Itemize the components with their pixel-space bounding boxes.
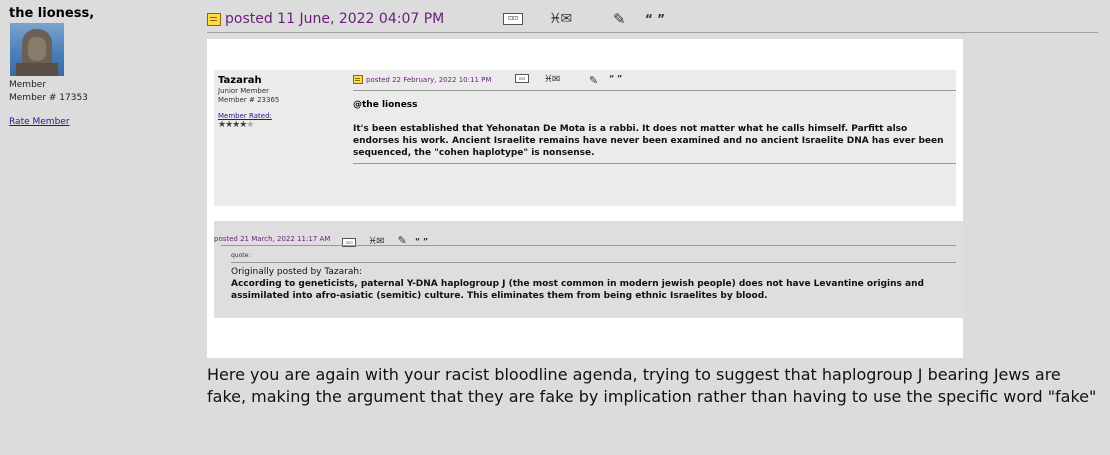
quote-image: Tazarah Junior Member Member # 23365 Mem…	[207, 39, 963, 358]
post-date: posted 11 June, 2022 04:07 PM	[225, 11, 445, 27]
quoted-member-number: Member # 23365	[218, 96, 280, 104]
post-icon	[353, 75, 363, 84]
email-icon[interactable]: ♓✉	[549, 10, 572, 28]
quoted-post: Tazarah Junior Member Member # 23365 Mem…	[214, 70, 956, 206]
quoted-post-date: posted 22 February, 2022 10:11 PM	[366, 75, 492, 84]
rating-stars: ★★★★★	[218, 120, 254, 130]
nested-quote-content: quote: Originally posted by Tazarah: Acc…	[231, 252, 959, 302]
quote-text: According to geneticists, paternal Y-DNA…	[231, 279, 924, 301]
quoted-author-rank: Junior Member	[218, 87, 270, 95]
email-icon: ♓✉	[544, 74, 560, 85]
member-rank: Member	[9, 80, 47, 90]
nested-quote-divider	[221, 245, 956, 246]
nested-quote-block: posted 21 March, 2022 11:17 AM ⊡⊡ ♓✉ ✎ “…	[214, 221, 963, 318]
quoted-body-divider	[353, 163, 956, 164]
quoted-post-header: posted 22 February, 2022 10:11 PM	[353, 75, 491, 84]
author-sidebar: the lioness, Member Member # 17353 Rate …	[0, 0, 200, 455]
quote-label: quote:	[231, 252, 251, 259]
quote-icon[interactable]: “ ”	[645, 10, 665, 28]
header-divider	[207, 32, 1098, 33]
nested-quote-date: posted 21 March, 2022 11:17 AM	[214, 234, 331, 243]
post-icon	[207, 12, 221, 26]
quote-icon: “ ”	[609, 74, 623, 83]
edit-icon: ✎	[589, 74, 599, 87]
quote-label-divider	[231, 262, 956, 263]
post-header: posted 11 June, 2022 04:07 PM	[207, 8, 444, 30]
author-name: the lioness,	[9, 6, 95, 21]
quoted-header-divider	[353, 90, 956, 91]
mention: @the lioness	[353, 100, 418, 110]
quoted-post-body: It's been established that Yehonatan De …	[353, 124, 944, 158]
edit-icon[interactable]: ✎	[613, 10, 626, 28]
rate-member-link[interactable]: Rate Member	[9, 117, 70, 127]
member-number: Member # 17353	[9, 93, 88, 103]
reply-text: Here you are again with your racist bloo…	[207, 365, 1097, 406]
member-rated-link[interactable]: Member Rated:	[218, 112, 272, 120]
quoted-author-name: Tazarah	[218, 75, 262, 86]
quote-origin: Originally posted by Tazarah:	[231, 267, 363, 277]
profile-icon[interactable]: ⊡⊡	[503, 10, 523, 28]
profile-icon: ⊡⊡	[515, 74, 529, 83]
avatar	[10, 23, 64, 76]
